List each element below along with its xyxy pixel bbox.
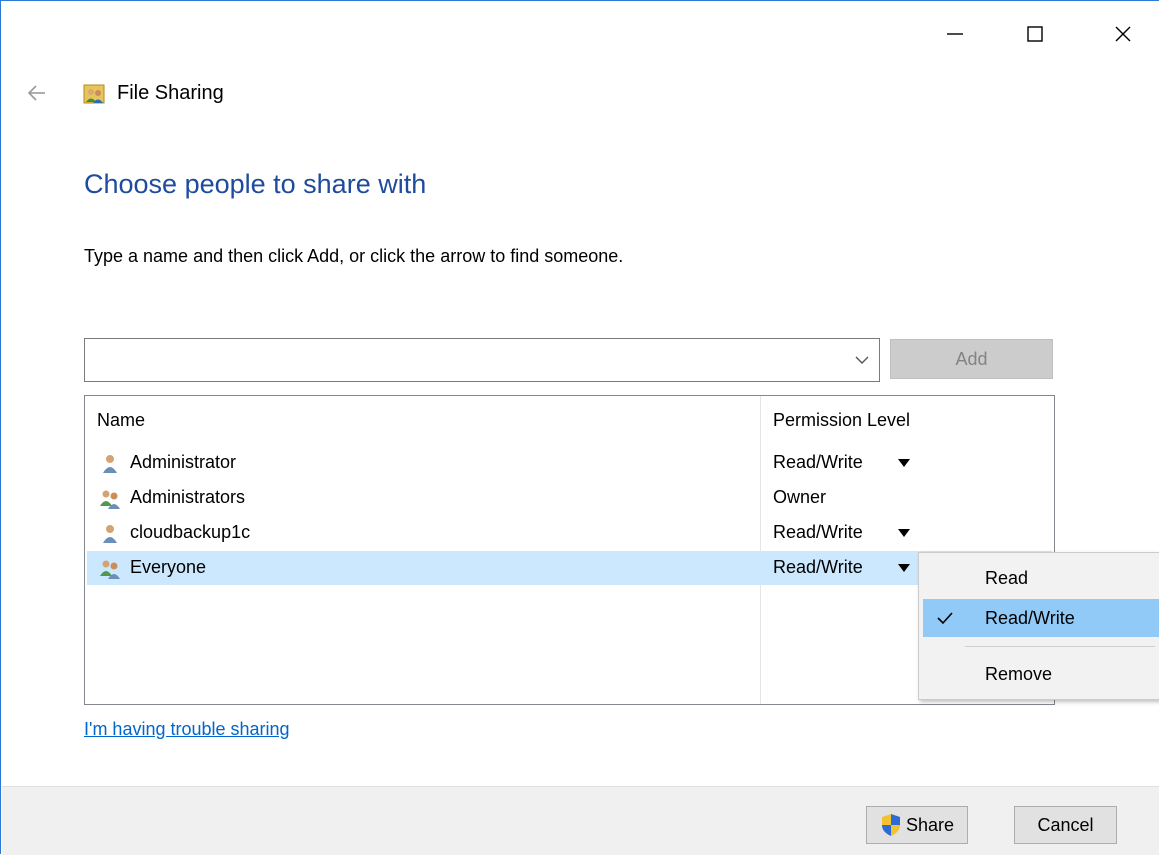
back-arrow-icon bbox=[27, 85, 45, 101]
group-icon bbox=[100, 490, 120, 509]
minimize-button[interactable] bbox=[932, 11, 978, 57]
close-icon bbox=[1115, 26, 1131, 42]
caret-down-icon[interactable] bbox=[898, 529, 910, 537]
list-item-name: Administrators bbox=[130, 487, 246, 507]
close-button[interactable] bbox=[1100, 11, 1146, 57]
column-divider bbox=[760, 396, 761, 704]
instructions-text: Type a name and then click Add, or click… bbox=[84, 246, 624, 266]
user-icon bbox=[103, 455, 117, 473]
file-sharing-icon bbox=[83, 84, 105, 104]
maximize-icon bbox=[1027, 26, 1043, 42]
list-item[interactable]: Administrator Read/Write bbox=[87, 446, 1052, 480]
list-item-name: cloudbackup1c bbox=[130, 522, 251, 542]
share-button[interactable]: Share bbox=[866, 806, 968, 844]
checkmark-icon bbox=[937, 612, 953, 625]
trouble-sharing-link[interactable]: I'm having trouble sharing bbox=[84, 719, 290, 740]
dialog-footer bbox=[2, 786, 1159, 855]
list-item[interactable]: Administrators Owner bbox=[87, 481, 1052, 515]
minimize-icon bbox=[947, 33, 963, 35]
list-item[interactable]: cloudbackup1c Read/Write bbox=[87, 516, 1052, 550]
share-label: Share bbox=[905, 814, 955, 835]
window-title: File Sharing bbox=[117, 82, 224, 104]
permission-level[interactable]: Read/Write bbox=[773, 452, 863, 473]
caret-down-icon[interactable] bbox=[898, 459, 910, 467]
menu-item-label: Read/Write bbox=[985, 608, 1075, 628]
name-input[interactable] bbox=[87, 341, 831, 379]
people-list[interactable]: Name Permission Level Administrator Read… bbox=[84, 395, 1055, 705]
permission-level[interactable]: Read/Write bbox=[773, 557, 863, 578]
uac-shield-icon bbox=[881, 814, 900, 836]
menu-item-read-write[interactable]: Read/Write bbox=[923, 599, 1159, 637]
add-button[interactable]: Add bbox=[890, 339, 1053, 379]
file-sharing-window: File Sharing Choose people to share with… bbox=[0, 0, 1159, 855]
user-icon bbox=[103, 525, 117, 543]
list-item-name: Administrator bbox=[130, 452, 237, 472]
menu-item-read[interactable]: Read bbox=[923, 559, 1159, 597]
group-icon bbox=[100, 560, 120, 579]
menu-item-remove[interactable]: Remove bbox=[923, 655, 1159, 693]
menu-separator bbox=[965, 646, 1155, 647]
page-heading: Choose people to share with bbox=[84, 169, 427, 199]
cancel-button[interactable]: Cancel bbox=[1014, 806, 1117, 844]
column-header-permission[interactable]: Permission Level bbox=[773, 410, 910, 431]
name-combobox[interactable] bbox=[84, 338, 880, 382]
permission-level: Owner bbox=[773, 487, 827, 507]
permission-context-menu: Read Read/Write Remove bbox=[918, 552, 1159, 700]
chevron-down-icon[interactable] bbox=[853, 351, 871, 369]
maximize-button[interactable] bbox=[1012, 11, 1058, 57]
caret-down-icon[interactable] bbox=[898, 564, 910, 572]
menu-item-label: Read bbox=[985, 568, 1029, 588]
list-item-selected[interactable]: Everyone Read/Write bbox=[87, 551, 1052, 585]
list-item-name: Everyone bbox=[130, 557, 207, 577]
back-button[interactable] bbox=[23, 79, 51, 107]
column-header-name[interactable]: Name bbox=[97, 410, 145, 431]
menu-item-label: Remove bbox=[985, 664, 1053, 684]
permission-level[interactable]: Read/Write bbox=[773, 522, 863, 543]
